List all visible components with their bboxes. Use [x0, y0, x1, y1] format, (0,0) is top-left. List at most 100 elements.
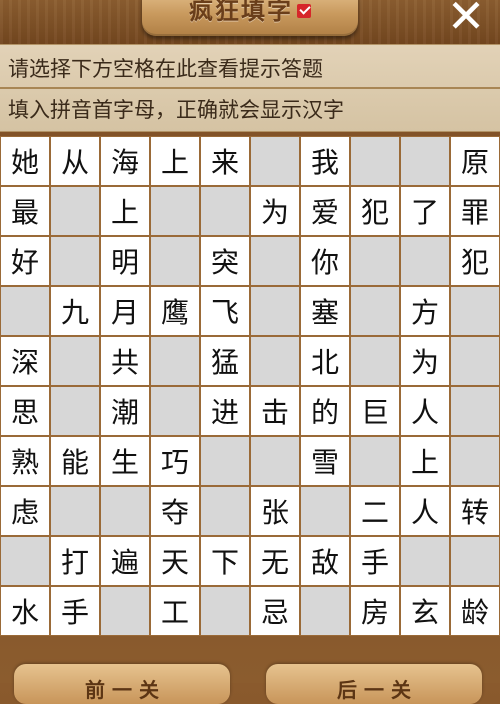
grid-cell-filled[interactable]: 天: [150, 536, 200, 586]
grid-cell-empty[interactable]: [350, 436, 400, 486]
grid-cell-empty[interactable]: [150, 386, 200, 436]
grid-cell-filled[interactable]: 击: [250, 386, 300, 436]
grid-cell-filled[interactable]: 九: [50, 286, 100, 336]
grid-cell-empty[interactable]: [200, 486, 250, 536]
grid-cell-filled[interactable]: 原: [450, 136, 500, 186]
grid-cell-filled[interactable]: 明: [100, 236, 150, 286]
grid-cell-filled[interactable]: 敌: [300, 536, 350, 586]
grid-cell-filled[interactable]: 了: [400, 186, 450, 236]
grid-cell-empty[interactable]: [150, 236, 200, 286]
grid-cell-empty[interactable]: [450, 386, 500, 436]
grid-cell-empty[interactable]: [50, 386, 100, 436]
grid-cell-empty[interactable]: [250, 336, 300, 386]
grid-cell-filled[interactable]: 手: [50, 586, 100, 636]
grid-cell-filled[interactable]: 飞: [200, 286, 250, 336]
grid-cell-empty[interactable]: [450, 336, 500, 386]
grid-cell-filled[interactable]: 塞: [300, 286, 350, 336]
grid-cell-empty[interactable]: [100, 586, 150, 636]
grid-cell-filled[interactable]: 巨: [350, 386, 400, 436]
grid-cell-filled[interactable]: 猛: [200, 336, 250, 386]
grid-cell-empty[interactable]: [450, 536, 500, 586]
grid-cell-empty[interactable]: [350, 236, 400, 286]
grid-cell-filled[interactable]: 月: [100, 286, 150, 336]
grid-cell-empty[interactable]: [250, 136, 300, 186]
grid-cell-filled[interactable]: 思: [0, 386, 50, 436]
grid-cell-filled[interactable]: 夺: [150, 486, 200, 536]
grid-cell-filled[interactable]: 为: [250, 186, 300, 236]
grid-cell-empty[interactable]: [150, 336, 200, 386]
grid-cell-filled[interactable]: 人: [400, 386, 450, 436]
grid-cell-filled[interactable]: 上: [150, 136, 200, 186]
grid-cell-filled[interactable]: 龄: [450, 586, 500, 636]
grid-cell-filled[interactable]: 巧: [150, 436, 200, 486]
grid-cell-filled[interactable]: 好: [0, 236, 50, 286]
grid-cell-filled[interactable]: 北: [300, 336, 350, 386]
grid-cell-empty[interactable]: [400, 536, 450, 586]
grid-cell-filled[interactable]: 进: [200, 386, 250, 436]
grid-cell-filled[interactable]: 你: [300, 236, 350, 286]
grid-cell-filled[interactable]: 虑: [0, 486, 50, 536]
grid-cell-filled[interactable]: 我: [300, 136, 350, 186]
grid-cell-filled[interactable]: 二: [350, 486, 400, 536]
grid-cell-filled[interactable]: 为: [400, 336, 450, 386]
grid-cell-filled[interactable]: 她: [0, 136, 50, 186]
grid-cell-empty[interactable]: [200, 436, 250, 486]
prev-level-button[interactable]: 前 一 关: [14, 664, 230, 704]
grid-cell-filled[interactable]: 犯: [350, 186, 400, 236]
grid-cell-filled[interactable]: 手: [350, 536, 400, 586]
grid-cell-filled[interactable]: 罪: [450, 186, 500, 236]
grid-cell-empty[interactable]: [400, 136, 450, 186]
grid-cell-filled[interactable]: 遍: [100, 536, 150, 586]
grid-cell-filled[interactable]: 生: [100, 436, 150, 486]
grid-cell-filled[interactable]: 上: [100, 186, 150, 236]
grid-cell-filled[interactable]: 转: [450, 486, 500, 536]
grid-cell-empty[interactable]: [200, 586, 250, 636]
grid-cell-filled[interactable]: 鹰: [150, 286, 200, 336]
grid-cell-filled[interactable]: 最: [0, 186, 50, 236]
grid-cell-empty[interactable]: [300, 586, 350, 636]
grid-cell-empty[interactable]: [50, 486, 100, 536]
grid-cell-filled[interactable]: 犯: [450, 236, 500, 286]
grid-cell-filled[interactable]: 上: [400, 436, 450, 486]
grid-cell-empty[interactable]: [300, 486, 350, 536]
grid-cell-empty[interactable]: [150, 186, 200, 236]
grid-cell-filled[interactable]: 海: [100, 136, 150, 186]
grid-cell-filled[interactable]: 水: [0, 586, 50, 636]
close-button[interactable]: ✕: [444, 0, 488, 39]
grid-cell-empty[interactable]: [400, 236, 450, 286]
grid-cell-filled[interactable]: 玄: [400, 586, 450, 636]
grid-cell-filled[interactable]: 潮: [100, 386, 150, 436]
grid-cell-empty[interactable]: [250, 436, 300, 486]
grid-cell-filled[interactable]: 从: [50, 136, 100, 186]
grid-cell-filled[interactable]: 方: [400, 286, 450, 336]
grid-cell-empty[interactable]: [350, 136, 400, 186]
grid-cell-filled[interactable]: 能: [50, 436, 100, 486]
grid-cell-empty[interactable]: [0, 286, 50, 336]
grid-cell-filled[interactable]: 工: [150, 586, 200, 636]
grid-cell-filled[interactable]: 熟: [0, 436, 50, 486]
grid-cell-filled[interactable]: 下: [200, 536, 250, 586]
grid-cell-empty[interactable]: [50, 186, 100, 236]
grid-cell-filled[interactable]: 的: [300, 386, 350, 436]
grid-cell-empty[interactable]: [100, 486, 150, 536]
grid-cell-filled[interactable]: 房: [350, 586, 400, 636]
grid-cell-empty[interactable]: [350, 336, 400, 386]
grid-cell-filled[interactable]: 打: [50, 536, 100, 586]
grid-cell-filled[interactable]: 突: [200, 236, 250, 286]
grid-cell-empty[interactable]: [0, 536, 50, 586]
grid-cell-empty[interactable]: [200, 186, 250, 236]
grid-cell-empty[interactable]: [250, 286, 300, 336]
grid-cell-filled[interactable]: 无: [250, 536, 300, 586]
grid-cell-filled[interactable]: 来: [200, 136, 250, 186]
grid-cell-empty[interactable]: [50, 236, 100, 286]
grid-cell-empty[interactable]: [450, 436, 500, 486]
grid-cell-empty[interactable]: [350, 286, 400, 336]
grid-cell-empty[interactable]: [250, 236, 300, 286]
grid-cell-filled[interactable]: 共: [100, 336, 150, 386]
grid-cell-filled[interactable]: 张: [250, 486, 300, 536]
grid-cell-filled[interactable]: 人: [400, 486, 450, 536]
grid-cell-filled[interactable]: 爱: [300, 186, 350, 236]
grid-cell-filled[interactable]: 深: [0, 336, 50, 386]
next-level-button[interactable]: 后 一 关: [266, 664, 482, 704]
grid-cell-empty[interactable]: [450, 286, 500, 336]
